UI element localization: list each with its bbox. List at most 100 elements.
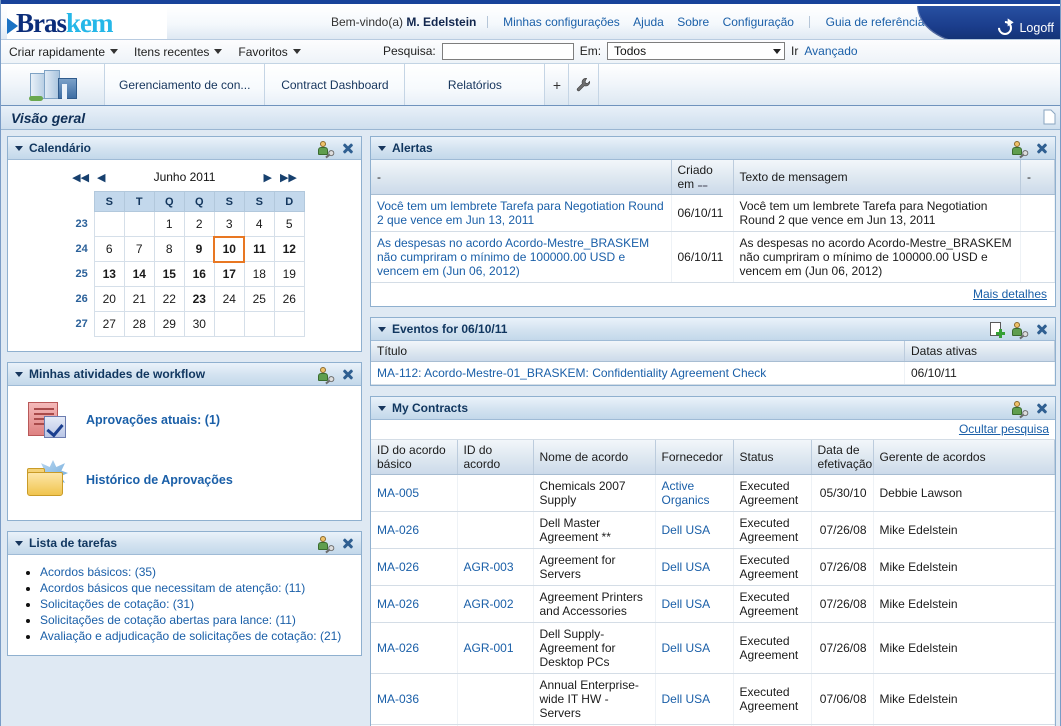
calendar-day-cell[interactable]: 16	[183, 261, 215, 287]
personalize-icon[interactable]	[318, 140, 333, 158]
alerts-col-message[interactable]: Texto de mensagem	[733, 160, 1021, 195]
contract-supplier-cell-link[interactable]: Active Organics	[662, 479, 710, 507]
calendar-day-cell[interactable]: 3	[213, 211, 245, 237]
collapse-icon[interactable]	[378, 405, 386, 411]
tasklist-link[interactable]: Avaliação e adjudicação de solicitações …	[40, 629, 341, 643]
calendar-day-cell[interactable]: 1	[153, 211, 185, 237]
personalize-icon[interactable]	[1012, 140, 1027, 158]
close-icon[interactable]	[341, 537, 354, 550]
personalize-icon[interactable]	[318, 535, 333, 553]
close-icon[interactable]	[1035, 402, 1048, 415]
workflow-item-current-approvals[interactable]: Aprovações atuais: (1)	[8, 390, 361, 450]
contract-basic-id-cell-link[interactable]: MA-036	[377, 692, 419, 706]
calendar-day-cell[interactable]: 18	[243, 261, 275, 287]
calendar-day-cell[interactable]: 13	[93, 261, 125, 287]
prev-year-button[interactable]: ◀◀	[68, 171, 93, 184]
tasklist-link[interactable]: Solicitações de cotação: (31)	[40, 597, 194, 611]
calendar-day-cell[interactable]: 12	[273, 236, 305, 262]
calendar-day-cell[interactable]: 7	[123, 236, 155, 262]
nav-link-help[interactable]: Ajuda	[633, 15, 664, 29]
events-col-title[interactable]: Título	[371, 341, 905, 362]
contract-basic-id-cell-link[interactable]: MA-026	[377, 523, 419, 537]
contract-supplier-cell-link[interactable]: Dell USA	[662, 597, 711, 611]
nav-link-reference-guide[interactable]: Guia de referência	[826, 15, 925, 29]
contracts-col-name[interactable]: Nome de acordo	[533, 440, 656, 475]
contract-agreement-id-cell-link[interactable]: AGR-003	[464, 560, 514, 574]
contract-supplier-cell-link[interactable]: Dell USA	[662, 523, 711, 537]
contract-basic-id-cell-link[interactable]: MA-026	[377, 641, 419, 655]
calendar-day-cell[interactable]: 14	[123, 261, 155, 287]
contract-basic-id-cell-link[interactable]: MA-026	[377, 597, 419, 611]
page-actions-icon[interactable]	[1042, 109, 1058, 125]
calendar-day-cell[interactable]: 15	[153, 261, 185, 287]
brand-logo[interactable]: Braskem	[7, 7, 167, 39]
calendar-day-cell[interactable]: 17	[213, 261, 245, 287]
calendar-day-cell[interactable]: 28	[123, 311, 155, 337]
alert-title-link[interactable]: Você tem um lembrete Tarefa para Negotia…	[377, 199, 664, 227]
new-event-icon[interactable]	[990, 321, 1005, 338]
calendar-day-cell[interactable]: 2	[183, 211, 215, 237]
menu-favorites[interactable]: Favoritos	[230, 40, 308, 63]
collapse-icon[interactable]	[378, 326, 386, 332]
contract-supplier-cell-link[interactable]: Dell USA	[662, 641, 711, 655]
calendar-day-cell[interactable]: 21	[123, 286, 155, 312]
contracts-col-manager[interactable]: Gerente de acordos	[873, 440, 1055, 475]
calendar-day-cell[interactable]: 20	[93, 286, 125, 312]
calendar-day-cell[interactable]: 26	[273, 286, 305, 312]
workflow-item-label[interactable]: Histórico de Aprovações	[86, 473, 233, 487]
calendar-day-cell[interactable]: 24	[213, 286, 245, 312]
alerts-col-created[interactable]: Criado em ⩵	[671, 160, 734, 195]
workflow-item-approval-history[interactable]: Histórico de Aprovações	[8, 450, 361, 510]
calendar-day-cell[interactable]: 11	[243, 236, 275, 262]
calendar-day-cell[interactable]: 29	[153, 311, 185, 337]
contracts-col-supplier[interactable]: Fornecedor	[655, 440, 734, 475]
next-year-button[interactable]: ▶▶	[276, 171, 301, 184]
calendar-day-cell[interactable]: 6	[93, 236, 125, 262]
hide-search-link[interactable]: Ocultar pesquisa	[959, 422, 1049, 436]
close-icon[interactable]	[341, 142, 354, 155]
tab-reports[interactable]: Relatórios	[405, 64, 546, 105]
collapse-icon[interactable]	[15, 145, 23, 151]
tasklist-link[interactable]: Acordos básicos que necessitam de atençã…	[40, 581, 305, 595]
calendar-day-cell[interactable]: 8	[153, 236, 185, 262]
contracts-col-agr-id[interactable]: ID do acordo	[457, 440, 534, 475]
contract-supplier-cell-link[interactable]: Dell USA	[662, 560, 711, 574]
events-col-dates[interactable]: Datas ativas	[904, 341, 1055, 362]
tasklist-link[interactable]: Solicitações de cotação abertas para lan…	[40, 613, 296, 627]
calendar-day-cell[interactable]: 23	[183, 286, 215, 312]
tab-settings-button[interactable]	[569, 64, 600, 105]
calendar-day-cell[interactable]: 9	[183, 236, 215, 262]
collapse-icon[interactable]	[15, 371, 23, 377]
alerts-col-title[interactable]: -	[371, 160, 672, 195]
search-input[interactable]	[441, 42, 574, 60]
calendar-day-cell[interactable]: 19	[273, 261, 305, 287]
search-scope-select[interactable]: Todos	[607, 42, 786, 60]
contract-supplier-cell-link[interactable]: Dell USA	[662, 692, 711, 706]
contracts-col-status[interactable]: Status	[733, 440, 812, 475]
workflow-item-label[interactable]: Aprovações atuais: (1)	[86, 413, 220, 427]
calendar-day-cell[interactable]: 4	[243, 211, 275, 237]
calendar-day-cell[interactable]: 27	[93, 311, 125, 337]
calendar-day-cell[interactable]: 25	[243, 286, 275, 312]
contract-agreement-id-cell-link[interactable]: AGR-001	[464, 641, 514, 655]
add-tab-button[interactable]: +	[545, 64, 570, 105]
calendar-day-cell[interactable]: 22	[153, 286, 185, 312]
search-go-label[interactable]: Ir	[791, 44, 798, 58]
contracts-col-date[interactable]: Data de efetivação	[811, 440, 874, 475]
contract-agreement-id-cell-link[interactable]: AGR-002	[464, 597, 514, 611]
menu-create-quickly[interactable]: Criar rapidamente	[1, 40, 126, 63]
prev-month-button[interactable]: ◀	[93, 171, 109, 184]
alerts-more-details-link[interactable]: Mais detalhes	[973, 287, 1047, 301]
personalize-icon[interactable]	[318, 366, 333, 384]
close-icon[interactable]	[1035, 142, 1048, 155]
close-icon[interactable]	[341, 368, 354, 381]
logoff-button[interactable]: Logoff	[917, 6, 1060, 39]
calendar-day-cell[interactable]: 10	[213, 235, 246, 263]
home-tab[interactable]	[1, 64, 105, 105]
nav-link-my-settings[interactable]: Minhas configurações	[503, 15, 620, 29]
nav-link-configuration[interactable]: Configuração	[723, 15, 794, 29]
collapse-icon[interactable]	[378, 145, 386, 151]
calendar-day-cell[interactable]: 5	[273, 211, 305, 237]
tab-contract-management[interactable]: Gerenciamento de con...	[105, 64, 266, 105]
advanced-search-link[interactable]: Avançado	[804, 44, 857, 58]
